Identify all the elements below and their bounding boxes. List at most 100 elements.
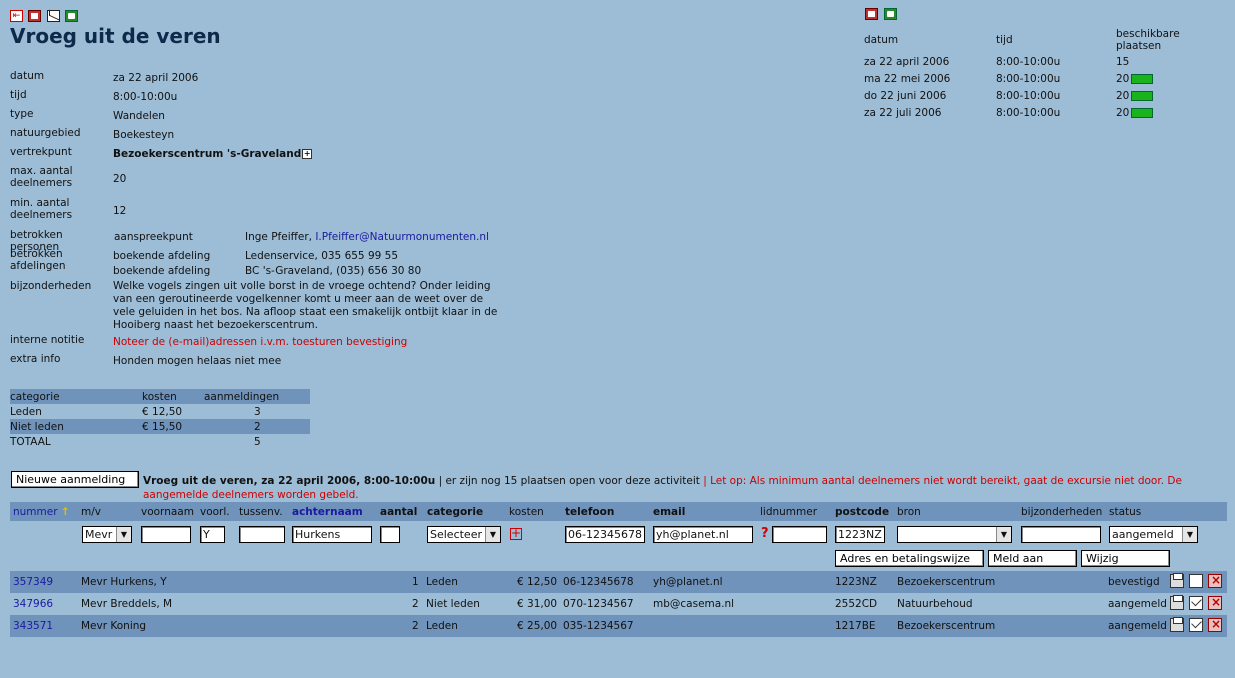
- label-natuurgebied: natuurgebied: [10, 127, 81, 139]
- value-max-deelnemers: 20: [113, 173, 127, 185]
- date-tijd: 8:00-10:00u: [996, 106, 1061, 119]
- date-row[interactable]: za 22 april 2006 8:00-10:00u 15: [864, 53, 1196, 70]
- modify-button[interactable]: Wijzig: [1081, 550, 1170, 567]
- row-status: bevestigd: [1108, 576, 1160, 588]
- registration-info: Vroeg uit de veren, za 22 april 2006, 8:…: [143, 474, 1223, 502]
- label-min-deelnemers: min. aantal deelnemers: [10, 197, 73, 221]
- status-select-value: aangemeld: [1112, 528, 1174, 541]
- aantal-input[interactable]: [380, 526, 400, 543]
- export-icon[interactable]: [65, 10, 78, 22]
- cat-kosten: € 15,50: [142, 419, 204, 434]
- personen-email-link[interactable]: I.Pfeiffer@Natuurmonumenten.nl: [315, 231, 489, 243]
- achternaam-input[interactable]: Hurkens: [292, 526, 372, 543]
- col-nummer[interactable]: nummer ↑: [13, 506, 70, 518]
- calculate-icon[interactable]: +: [510, 527, 522, 540]
- value-datum: za 22 april 2006: [113, 72, 199, 84]
- calendar-export-icon[interactable]: [884, 8, 897, 20]
- delete-icon[interactable]: [1208, 573, 1222, 588]
- cat-categorie: TOTAAL: [10, 435, 51, 448]
- col-email: email: [653, 506, 686, 518]
- label-tijd: tijd: [10, 89, 27, 101]
- lidnummer-input[interactable]: [772, 526, 827, 543]
- back-icon[interactable]: ⇤: [10, 10, 23, 22]
- voorletters-input[interactable]: Y: [200, 526, 225, 543]
- categorie-select[interactable]: Selecteer ▼: [427, 526, 501, 543]
- personen-role: aanspreekpunt: [114, 231, 193, 243]
- flag-icon[interactable]: [1131, 90, 1154, 101]
- table-row[interactable]: 347966 Mevr Breddels, M 2 Niet leden € 3…: [10, 593, 1227, 615]
- address-payment-button[interactable]: Adres en betalingswijze: [835, 550, 984, 567]
- afdeling2-role: boekende afdeling: [113, 265, 211, 277]
- date-datum: za 22 juli 2006: [864, 106, 942, 119]
- date-plaatsen: 20: [1116, 70, 1196, 87]
- registration-availability: | er zijn nog 15 plaatsen open voor deze…: [435, 475, 704, 487]
- row-bron: Natuurbehoud: [897, 598, 973, 610]
- label-datum: datum: [10, 70, 45, 82]
- bron-select[interactable]: ▼: [897, 526, 1012, 543]
- calendar-icon[interactable]: [28, 10, 41, 22]
- value-vertrekpunt: Bezoekerscentrum 's-Graveland +: [113, 148, 313, 160]
- category-table: categorie kosten aanmeldingen Leden € 12…: [10, 389, 310, 449]
- row-kosten: € 12,50: [517, 576, 558, 588]
- delete-icon[interactable]: [1208, 617, 1222, 632]
- row-naam: Mevr Koning: [81, 620, 147, 632]
- row-nummer-link[interactable]: 357349: [13, 576, 53, 588]
- col-telefoon: telefoon: [565, 506, 615, 518]
- row-bron: Bezoekerscentrum: [897, 576, 996, 588]
- table-row[interactable]: 357349 Mevr Hurkens, Y 1 Leden € 12,50 0…: [10, 571, 1227, 593]
- row-postcode: 1223NZ: [835, 576, 877, 588]
- value-interne-notitie: Noteer de (e-mail)adressen i.v.m. toestu…: [113, 336, 408, 348]
- delete-icon[interactable]: [1208, 595, 1222, 610]
- email-input[interactable]: yh@planet.nl: [653, 526, 753, 543]
- flag-icon[interactable]: [1131, 107, 1154, 118]
- print-icon[interactable]: [1170, 617, 1184, 632]
- date-row[interactable]: za 22 juli 2006 8:00-10:00u 20: [864, 104, 1196, 121]
- row-aantal: 1: [412, 576, 419, 588]
- voornaam-input[interactable]: [141, 526, 191, 543]
- print-icon[interactable]: [1170, 595, 1184, 610]
- col-aantal: aantal: [380, 506, 418, 518]
- calendar-add-icon[interactable]: [865, 8, 878, 20]
- dates-header-row: datum tijd beschikbare plaatsen: [864, 27, 1196, 53]
- label-max-deelnemers: max. aantal deelnemers: [10, 165, 73, 189]
- row-kosten: € 25,00: [517, 620, 558, 632]
- sort-up-icon[interactable]: ↑: [61, 506, 70, 518]
- table-row[interactable]: 343571 Mevr Koning 2 Leden € 25,00 035-1…: [10, 615, 1227, 637]
- bijzonderheden-input[interactable]: [1021, 526, 1101, 543]
- copy-icon[interactable]: [1189, 574, 1203, 588]
- mail-icon[interactable]: [47, 10, 60, 22]
- date-plaatsen: 20: [1116, 104, 1196, 121]
- expand-icon[interactable]: +: [302, 149, 313, 159]
- dates-header-plaatsen: beschikbare plaatsen: [1116, 28, 1180, 52]
- mail-icon[interactable]: [1189, 618, 1203, 632]
- date-plaatsen-value: 20: [1116, 89, 1130, 102]
- personen-name: Inge Pfeiffer,: [245, 231, 316, 243]
- telefoon-input[interactable]: 06-12345678: [565, 526, 645, 543]
- value-type: Wandelen: [113, 110, 165, 122]
- mv-select[interactable]: Mevr ▼: [82, 526, 132, 543]
- flag-icon[interactable]: [1131, 73, 1154, 84]
- label-betrokken-afdelingen: betrokken afdelingen: [10, 248, 66, 272]
- new-registration-button[interactable]: Nieuwe aanmelding: [11, 471, 139, 488]
- sort-nummer-link[interactable]: nummer: [13, 506, 58, 518]
- register-button[interactable]: Meld aan: [988, 550, 1077, 567]
- col-achternaam[interactable]: achternaam: [292, 506, 363, 518]
- print-icon[interactable]: [1170, 573, 1184, 588]
- cat-categorie: Leden: [10, 405, 42, 418]
- afdeling2-value: BC 's-Graveland, (035) 656 30 80: [245, 265, 422, 277]
- tussenvoegsel-input[interactable]: [239, 526, 285, 543]
- postcode-input[interactable]: 1223NZ: [835, 526, 885, 543]
- row-naam: Mevr Hurkens, Y: [81, 576, 167, 588]
- category-header-row: categorie kosten aanmeldingen: [10, 389, 310, 404]
- date-datum: ma 22 mei 2006: [864, 72, 951, 85]
- status-select[interactable]: aangemeld ▼: [1109, 526, 1198, 543]
- col-categorie: categorie: [427, 506, 484, 518]
- value-tijd: 8:00-10:00u: [113, 91, 178, 103]
- date-datum: do 22 juni 2006: [864, 89, 947, 102]
- row-nummer-link[interactable]: 343571: [13, 620, 53, 632]
- date-row[interactable]: ma 22 mei 2006 8:00-10:00u 20: [864, 70, 1196, 87]
- mail-icon[interactable]: [1189, 596, 1203, 610]
- date-row[interactable]: do 22 juni 2006 8:00-10:00u 20: [864, 87, 1196, 104]
- row-nummer-link[interactable]: 347966: [13, 598, 53, 610]
- help-icon[interactable]: ?: [761, 526, 769, 541]
